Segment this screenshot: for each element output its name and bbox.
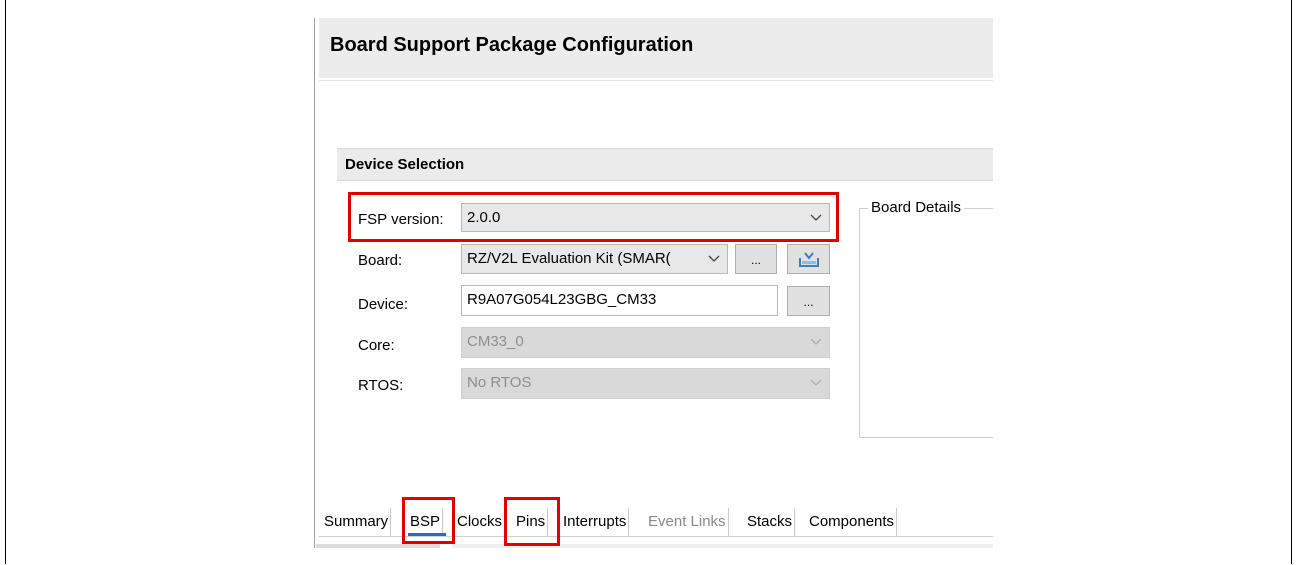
device-label: Device: — [358, 296, 409, 313]
editor-border — [314, 18, 315, 548]
pins-tab-highlight — [504, 497, 560, 546]
tab-interrupts[interactable]: Interrupts — [561, 508, 630, 536]
device-value: R9A07G054L23GBG_CM33 — [467, 291, 657, 308]
board-label: Board: — [358, 252, 403, 269]
chevron-down-icon — [810, 379, 822, 386]
fsp-version-highlight — [348, 192, 839, 242]
board-details-group — [859, 208, 993, 438]
rtos-label: RTOS: — [358, 377, 404, 394]
tab-stacks[interactable]: Stacks — [745, 508, 796, 536]
board-import-button[interactable] — [787, 244, 830, 274]
header-divider — [319, 80, 993, 81]
tab-clocks[interactable]: Clocks — [455, 508, 506, 536]
core-label: Core: — [358, 337, 395, 354]
chevron-down-icon — [708, 255, 720, 262]
tab-event-links[interactable]: Event Links — [646, 508, 729, 536]
tab-summary[interactable]: Summary — [322, 508, 392, 536]
board-combo[interactable]: RZ/V2L Evaluation Kit (SMAR( — [461, 244, 728, 274]
device-selection-title: Device Selection — [345, 156, 465, 173]
tab-components[interactable]: Components — [807, 508, 898, 536]
bsp-tab-highlight — [402, 497, 455, 544]
page-title: Board Support Package Configuration — [330, 34, 694, 56]
board-details-title: Board Details — [868, 199, 965, 216]
device-field[interactable]: R9A07G054L23GBG_CM33 — [461, 285, 778, 316]
outer-frame — [5, 0, 1292, 564]
core-value: CM33_0 — [467, 333, 524, 350]
core-combo[interactable]: CM33_0 — [461, 327, 830, 358]
import-board-icon — [798, 252, 819, 267]
rtos-combo[interactable]: No RTOS — [461, 368, 830, 399]
board-browse-button[interactable]: ... — [735, 244, 777, 274]
device-browse-button[interactable]: ... — [787, 286, 830, 316]
board-value: RZ/V2L Evaluation Kit (SMAR( — [467, 250, 671, 267]
rtos-value: No RTOS — [467, 374, 532, 391]
scrollbar-thumb[interactable] — [316, 544, 440, 548]
chevron-down-icon — [810, 338, 822, 345]
